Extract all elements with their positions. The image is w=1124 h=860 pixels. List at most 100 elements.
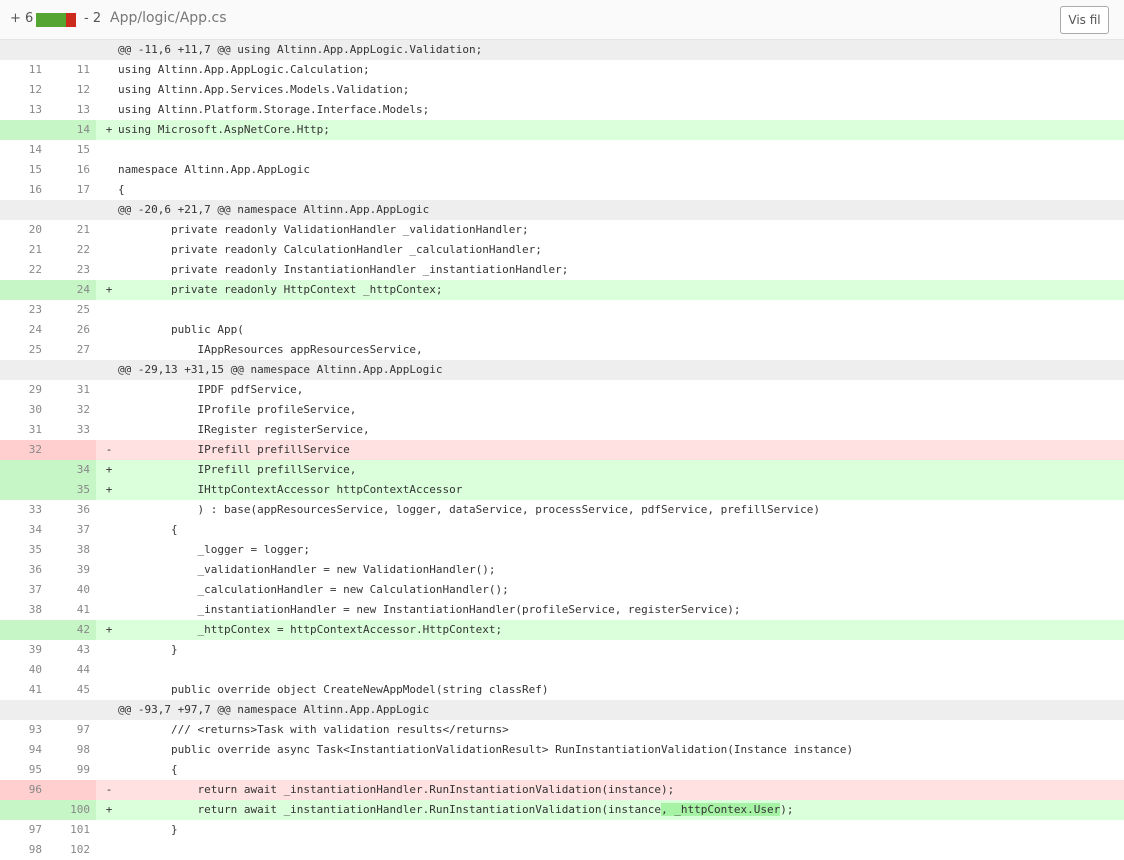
old-line-number[interactable] [0,40,48,60]
new-line-number[interactable] [48,440,96,460]
added-line: 24 + private readonly HttpContext _httpCo… [0,280,1124,300]
new-line-number[interactable]: 100 [48,800,96,820]
context-line: 25 27 IAppResources appResourcesService, [0,340,1124,360]
new-line-number[interactable] [48,360,96,380]
new-line-number[interactable]: 33 [48,420,96,440]
hunk-header: @@ -29,13 +31,15 @@ namespace Altinn.App… [0,360,1124,380]
code-text: return await _instantiationHandler.RunIn… [118,783,675,796]
old-line-number[interactable]: 15 [0,160,48,180]
new-line-number[interactable]: 23 [48,260,96,280]
old-line-number[interactable] [0,700,48,720]
old-line-number[interactable]: 11 [0,60,48,80]
old-line-number[interactable]: 93 [0,720,48,740]
new-line-number[interactable]: 22 [48,240,96,260]
new-line-number[interactable]: 21 [48,220,96,240]
new-line-number[interactable]: 14 [48,120,96,140]
old-line-number[interactable] [0,620,48,640]
new-line-number[interactable]: 17 [48,180,96,200]
old-line-number[interactable]: 33 [0,500,48,520]
diff-sign: + [105,803,113,816]
new-line-number[interactable]: 44 [48,660,96,680]
old-line-number[interactable]: 39 [0,640,48,660]
old-line-number[interactable]: 21 [0,240,48,260]
new-line-number[interactable]: 35 [48,480,96,500]
old-line-number[interactable] [0,280,48,300]
old-line-number[interactable]: 30 [0,400,48,420]
new-line-number[interactable] [48,40,96,60]
new-line-number[interactable]: 12 [48,80,96,100]
old-line-number[interactable]: 16 [0,180,48,200]
new-line-number[interactable]: 27 [48,340,96,360]
new-line-number[interactable]: 40 [48,580,96,600]
new-line-number[interactable]: 39 [48,560,96,580]
new-line-number[interactable]: 26 [48,320,96,340]
old-line-number[interactable]: 40 [0,660,48,680]
old-line-number[interactable]: 24 [0,320,48,340]
new-line-number[interactable]: 25 [48,300,96,320]
new-line-number[interactable]: 36 [48,500,96,520]
old-line-number[interactable]: 98 [0,840,48,860]
new-line-number[interactable]: 41 [48,600,96,620]
new-line-number[interactable]: 16 [48,160,96,180]
new-line-number[interactable]: 45 [48,680,96,700]
old-line-number[interactable]: 12 [0,80,48,100]
code-text: IPrefill prefillService [118,443,350,456]
context-line: 95 99 { [0,760,1124,780]
old-line-number[interactable] [0,200,48,220]
old-line-number[interactable]: 31 [0,420,48,440]
old-line-number[interactable]: 25 [0,340,48,360]
old-line-number[interactable]: 22 [0,260,48,280]
old-line-number[interactable]: 97 [0,820,48,840]
new-line-number[interactable]: 32 [48,400,96,420]
new-line-number[interactable]: 101 [48,820,96,840]
old-line-number[interactable] [0,460,48,480]
new-line-number[interactable]: 42 [48,620,96,640]
new-line-number[interactable]: 13 [48,100,96,120]
new-line-number[interactable]: 99 [48,760,96,780]
new-line-number[interactable]: 43 [48,640,96,660]
context-line: 16 17 { [0,180,1124,200]
new-line-number[interactable] [48,200,96,220]
old-line-number[interactable]: 14 [0,140,48,160]
old-line-number[interactable]: 20 [0,220,48,240]
new-line-number[interactable]: 98 [48,740,96,760]
added-line: 100 + return await _instantiationHandler.… [0,800,1124,820]
old-line-number[interactable]: 29 [0,380,48,400]
old-line-number[interactable] [0,360,48,380]
old-line-number[interactable]: 41 [0,680,48,700]
new-line-number[interactable]: 102 [48,840,96,860]
old-line-number[interactable]: 95 [0,760,48,780]
old-line-number[interactable]: 34 [0,520,48,540]
old-line-number[interactable]: 23 [0,300,48,320]
old-line-number[interactable] [0,120,48,140]
old-line-number[interactable]: 94 [0,740,48,760]
removed-line: 32 - IPrefill prefillService [0,440,1124,460]
old-line-number[interactable]: 36 [0,560,48,580]
old-line-number[interactable]: 13 [0,100,48,120]
context-line: 40 44 [0,660,1124,680]
old-line-number[interactable] [0,800,48,820]
new-line-number[interactable] [48,700,96,720]
diff-sign [96,160,118,180]
view-file-button[interactable]: Vis fil [1060,6,1109,34]
diff-table: @@ -11,6 +11,7 @@ using Altinn.App.AppLo… [0,40,1124,860]
new-line-number[interactable]: 37 [48,520,96,540]
new-line-number[interactable]: 31 [48,380,96,400]
new-line-number[interactable]: 34 [48,460,96,480]
old-line-number[interactable]: 96 [0,780,48,800]
new-line-number[interactable]: 11 [48,60,96,80]
diff-sign [96,760,118,780]
diff-sign [96,340,118,360]
old-line-number[interactable] [0,480,48,500]
old-line-number[interactable]: 35 [0,540,48,560]
new-line-number[interactable] [48,780,96,800]
new-line-number[interactable]: 24 [48,280,96,300]
old-line-number[interactable]: 38 [0,600,48,620]
additions-count: + 6 [10,11,34,26]
new-line-number[interactable]: 97 [48,720,96,740]
old-line-number[interactable]: 32 [0,440,48,460]
new-line-number[interactable]: 38 [48,540,96,560]
old-line-number[interactable]: 37 [0,580,48,600]
new-line-number[interactable]: 15 [48,140,96,160]
